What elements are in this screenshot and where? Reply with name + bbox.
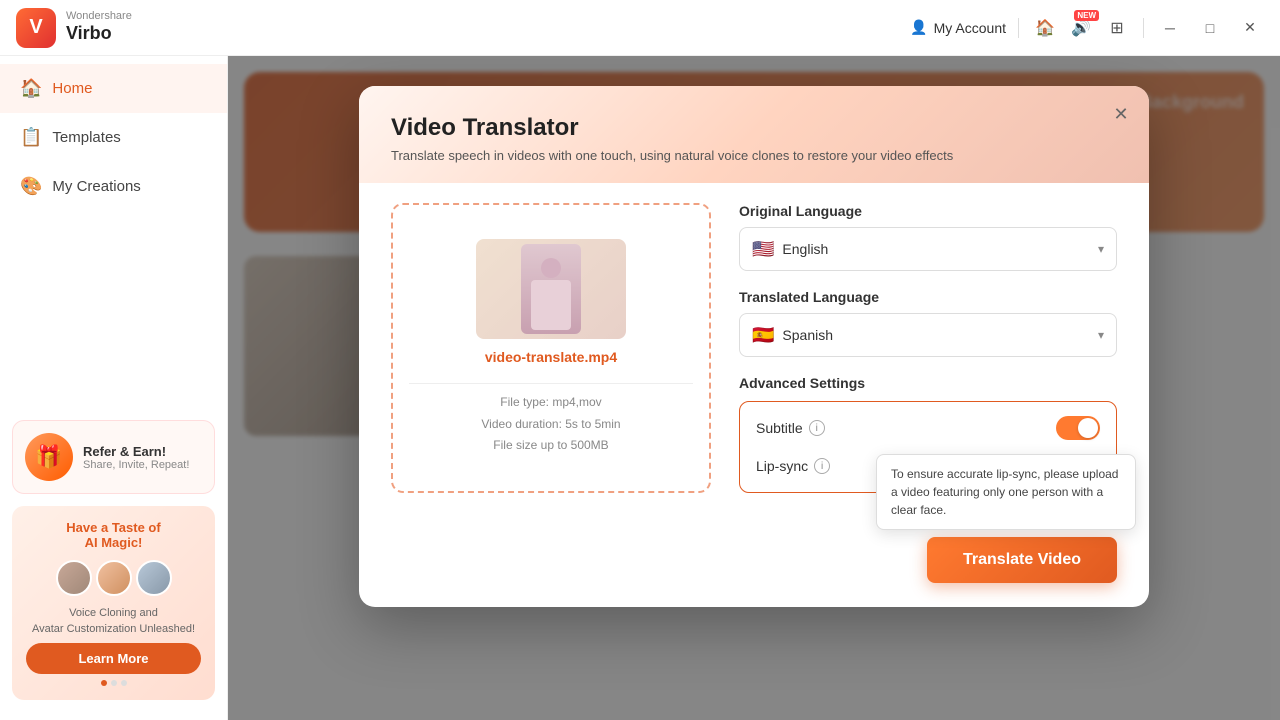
translated-flag: 🇪🇸	[752, 325, 774, 346]
lipsync-info-icon[interactable]: i	[814, 458, 830, 474]
advanced-settings-box: Subtitle i Lip-sync i	[739, 401, 1117, 493]
minimize-button[interactable]: ─	[1156, 14, 1184, 42]
settings-panel: Original Language 🇺🇸 English ▾ Translate…	[739, 203, 1117, 493]
translated-language-label: Translated Language	[739, 289, 1117, 305]
grid-icon-btn[interactable]: ⊞	[1103, 14, 1131, 42]
title-bar-right: 👤 My Account 🏠 🔊 NEW ⊞ ─ □ ✕	[910, 14, 1264, 42]
my-account-button[interactable]: 👤 My Account	[910, 19, 1006, 36]
dot-1	[101, 680, 107, 686]
modal-subtitle: Translate speech in videos with one touc…	[391, 148, 1117, 163]
ai-magic-avatars	[56, 560, 172, 596]
modal-title: Video Translator	[391, 114, 1117, 142]
upload-panel[interactable]: video-translate.mp4 File type: mp4,mov V…	[391, 203, 711, 493]
duration-info: Video duration: 5s to 5min	[481, 414, 620, 436]
divider	[1018, 18, 1019, 38]
translated-language-dropdown[interactable]: 🇪🇸 Spanish ▾	[739, 313, 1117, 357]
original-language-text: English	[782, 241, 828, 257]
refer-text: Refer & Earn! Share, Invite, Repeat!	[83, 444, 189, 471]
subtitle-row: Subtitle i	[756, 416, 1100, 440]
home-sidebar-icon: 🏠	[20, 78, 42, 99]
sidebar-home-label: Home	[52, 80, 92, 97]
original-language-value: 🇺🇸 English	[752, 239, 828, 260]
sidebar-templates-label: Templates	[52, 129, 120, 146]
learn-more-button[interactable]: Learn More	[26, 643, 201, 674]
lipsync-label: Lip-sync i	[756, 458, 830, 474]
translated-chevron-icon: ▾	[1098, 328, 1104, 342]
lipsync-text: Lip-sync	[756, 458, 808, 474]
translate-button-row: Translate Video	[359, 537, 1149, 607]
file-type-info: File type: mp4,mov	[481, 392, 620, 414]
ai-avatar-2	[96, 560, 132, 596]
sidebar: 🏠 Home 📋 Templates 🎨 My Creations 🎁 Refe…	[0, 56, 228, 720]
sidebar-creations-label: My Creations	[52, 178, 140, 195]
ai-magic-heading2: AI Magic!	[85, 535, 143, 550]
upload-divider	[409, 383, 693, 384]
dot-3	[121, 680, 127, 686]
maximize-button[interactable]: □	[1196, 14, 1224, 42]
sidebar-item-my-creations[interactable]: 🎨 My Creations	[0, 162, 227, 211]
video-preview	[476, 239, 626, 339]
original-language-label: Original Language	[739, 203, 1117, 219]
modal-body: video-translate.mp4 File type: mp4,mov V…	[359, 183, 1149, 517]
lipsync-row: Lip-sync i To ensure accurate lip-sync, …	[756, 454, 1100, 478]
app-body: 🏠 Home 📋 Templates 🎨 My Creations 🎁 Refe…	[0, 56, 1280, 720]
subtitle-label: Subtitle i	[756, 420, 825, 436]
subtitle-toggle[interactable]	[1056, 416, 1100, 440]
refer-earn-card: 🎁 Refer & Earn! Share, Invite, Repeat!	[12, 420, 215, 494]
logo-product-name: Virbo	[66, 23, 132, 45]
ai-avatar-1	[56, 560, 92, 596]
ai-magic-card: Have a Taste of AI Magic! Voice Cloning …	[12, 506, 215, 700]
dot-2	[111, 680, 117, 686]
modal-header: Video Translator Translate speech in vid…	[359, 86, 1149, 183]
original-language-dropdown[interactable]: 🇺🇸 English ▾	[739, 227, 1117, 271]
ai-magic-description: Voice Cloning andAvatar Customization Un…	[32, 606, 195, 637]
refer-icon: 🎁	[25, 433, 73, 481]
subtitle-info-icon[interactable]: i	[809, 420, 825, 436]
templates-sidebar-icon: 📋	[20, 127, 42, 148]
toolbar-icons: 🏠 🔊 NEW ⊞	[1031, 14, 1131, 42]
title-bar: V Wondershare Virbo 👤 My Account 🏠 🔊 NEW…	[0, 0, 1280, 56]
translate-video-button[interactable]: Translate Video	[927, 537, 1117, 583]
advanced-settings-label: Advanced Settings	[739, 375, 1117, 391]
main-content: Transparent Background Video Translator …	[228, 56, 1280, 720]
original-flag: 🇺🇸	[752, 239, 774, 260]
logo-brand-name: Wondershare	[66, 10, 132, 23]
home-icon-btn[interactable]: 🏠	[1031, 14, 1059, 42]
modal-close-button[interactable]: ✕	[1107, 100, 1135, 128]
video-filename: video-translate.mp4	[485, 349, 617, 365]
upload-info: File type: mp4,mov Video duration: 5s to…	[481, 392, 620, 457]
sidebar-item-templates[interactable]: 📋 Templates	[0, 113, 227, 162]
new-feature-icon-btn[interactable]: 🔊 NEW	[1067, 14, 1095, 42]
translated-language-value: 🇪🇸 Spanish	[752, 325, 833, 346]
my-account-label: My Account	[934, 20, 1006, 36]
video-translator-modal: Video Translator Translate speech in vid…	[359, 86, 1149, 607]
modal-overlay: Video Translator Translate speech in vid…	[228, 56, 1280, 720]
account-icon: 👤	[910, 19, 927, 36]
refer-title: Refer & Earn!	[83, 444, 189, 459]
logo-icon: V	[16, 8, 56, 48]
ai-magic-heading: Have a Taste of AI Magic!	[66, 520, 160, 550]
new-badge: NEW	[1074, 10, 1099, 21]
close-button[interactable]: ✕	[1236, 14, 1264, 42]
logo-area: V Wondershare Virbo	[16, 8, 132, 48]
refer-subtitle: Share, Invite, Repeat!	[83, 459, 189, 471]
logo-text: Wondershare Virbo	[66, 10, 132, 45]
divider2	[1143, 18, 1144, 38]
ai-magic-heading1: Have a Taste of	[66, 520, 160, 535]
creations-sidebar-icon: 🎨	[20, 176, 42, 197]
lipsync-tooltip: To ensure accurate lip-sync, please uplo…	[876, 454, 1136, 530]
original-chevron-icon: ▾	[1098, 242, 1104, 256]
dots-indicator	[101, 680, 127, 686]
ai-avatar-3	[136, 560, 172, 596]
sidebar-item-home[interactable]: 🏠 Home	[0, 64, 227, 113]
subtitle-text: Subtitle	[756, 420, 803, 436]
translated-language-text: Spanish	[782, 327, 833, 343]
size-info: File size up to 500MB	[481, 435, 620, 457]
